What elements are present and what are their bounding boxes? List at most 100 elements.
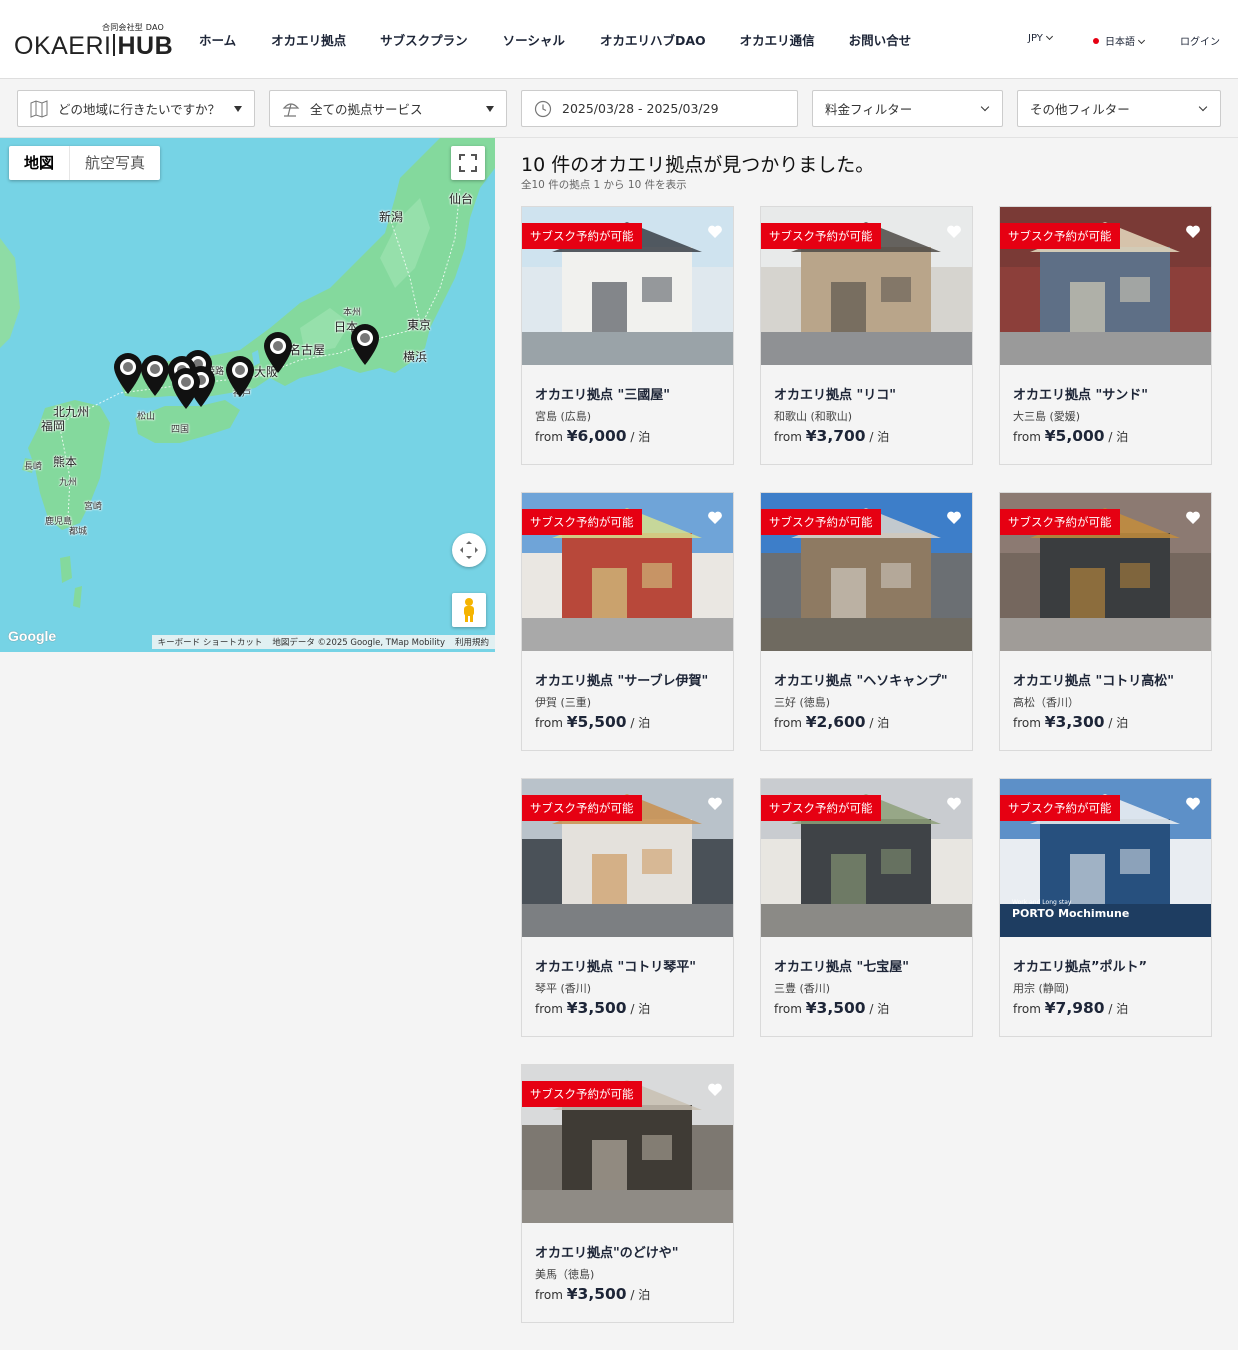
- site-header: 合同会社型 DAO OKAERI HUB ホーム オカエリ拠点 サブスクプラン ソ…: [0, 0, 1238, 79]
- price-unit: / 泊: [1108, 1002, 1129, 1016]
- street-view-pegman[interactable]: [452, 593, 486, 627]
- chevron-down-icon: [1137, 36, 1146, 45]
- property-card[interactable]: サブスク予約が可能 オカエリ拠点"のどけや" 美馬（徳島) from ¥3,50…: [521, 1064, 734, 1323]
- price-from: from: [774, 716, 802, 730]
- heart-icon[interactable]: [1185, 796, 1201, 811]
- property-name[interactable]: オカエリ拠点 "コトリ琴平": [535, 956, 696, 975]
- price-from: from: [1013, 430, 1041, 444]
- nav-news[interactable]: オカエリ通信: [740, 30, 815, 49]
- property-location: 和歌山 (和歌山): [774, 410, 853, 423]
- property-card[interactable]: サブスク予約が可能 オカエリ拠点 "七宝屋" 三豊 (香川) from ¥3,5…: [760, 778, 973, 1037]
- heart-icon[interactable]: [1185, 224, 1201, 239]
- heart-icon[interactable]: [707, 510, 723, 525]
- property-name[interactable]: オカエリ拠点 "ヘソキャンプ": [774, 670, 948, 689]
- property-price: from ¥3,300 / 泊: [1013, 713, 1128, 731]
- nav-subscription[interactable]: サブスクプラン: [380, 30, 468, 49]
- location-pin-icon[interactable]: [263, 332, 293, 374]
- city-label: 長崎: [24, 462, 43, 472]
- property-card[interactable]: サブスク予約が可能 オカエリ拠点 "ヘソキャンプ" 三好 (徳島) from ¥…: [760, 492, 973, 751]
- location-pin-icon[interactable]: [171, 368, 201, 410]
- heart-icon[interactable]: [1185, 510, 1201, 525]
- fullscreen-button[interactable]: [451, 146, 485, 180]
- property-price: from ¥3,500 / 泊: [535, 999, 650, 1017]
- currency-select[interactable]: JPY: [1028, 32, 1053, 44]
- pegman-icon: [464, 598, 474, 622]
- subscription-badge: サブスク予約が可能: [761, 795, 881, 821]
- heart-icon[interactable]: [946, 796, 962, 811]
- language-select[interactable]: 日本語: [1093, 33, 1146, 48]
- svg-text:PORTO Mochimune: PORTO Mochimune: [1012, 907, 1129, 920]
- dropdown-arrow-icon: [234, 106, 242, 112]
- map-pan-control[interactable]: [452, 533, 486, 567]
- property-location: 琴平 (香川): [535, 982, 592, 995]
- property-card[interactable]: サブスク予約が可能 オカエリ拠点 "リコ" 和歌山 (和歌山) from ¥3,…: [760, 206, 973, 465]
- map-attribution: キーボード ショートカット 地図データ ©2025 Google, TMap M…: [151, 635, 495, 649]
- price-filter-label: 料金フィルター: [825, 102, 913, 117]
- price-unit: / 泊: [1108, 716, 1129, 730]
- price-unit: / 泊: [630, 1288, 651, 1302]
- price-from: from: [774, 430, 802, 444]
- subscription-badge: サブスク予約が可能: [1000, 223, 1120, 249]
- chevron-down-icon: [1045, 32, 1053, 41]
- service-select-label: 全ての拠点サービス: [310, 102, 423, 117]
- property-card[interactable]: サブスク予約が可能 オカエリ拠点 "サンド" 大三島 (愛媛) from ¥5,…: [999, 206, 1212, 465]
- heart-icon[interactable]: [707, 1082, 723, 1097]
- site-logo[interactable]: 合同会社型 DAO OKAERI HUB: [14, 22, 173, 60]
- property-location: 宮島 (広島): [535, 410, 592, 423]
- service-select[interactable]: 全ての拠点サービス: [269, 90, 507, 127]
- price-from: from: [535, 716, 563, 730]
- map-type-map[interactable]: 地図: [9, 146, 71, 180]
- heart-icon[interactable]: [707, 224, 723, 239]
- price-unit: / 泊: [869, 1002, 890, 1016]
- property-name[interactable]: オカエリ拠点"のどけや": [535, 1242, 679, 1261]
- map-view[interactable]: 地図 航空写真 仙台 新潟 本州 日本 東京 横浜 名古屋 大阪 神戸 姫路 北…: [0, 138, 495, 652]
- property-card[interactable]: サブスク予約が可能 オカエリ拠点 "三國屋" 宮島 (広島) from ¥6,0…: [521, 206, 734, 465]
- subscription-badge: サブスク予約が可能: [1000, 509, 1120, 535]
- date-range-input[interactable]: 2025/03/28 - 2025/03/29: [521, 90, 798, 127]
- property-name[interactable]: オカエリ拠点 "三國屋": [535, 384, 670, 403]
- dropdown-arrow-icon: [486, 106, 494, 112]
- filter-bar: どの地域に行きたいですか？ 全ての拠点サービス 2025/03/28 - 202…: [0, 80, 1238, 138]
- nav-contact[interactable]: お問い合せ: [849, 30, 912, 49]
- map-icon: [30, 99, 48, 118]
- property-name[interactable]: オカエリ拠点 "サーブレ伊賀": [535, 670, 708, 689]
- login-link[interactable]: ログイン: [1180, 33, 1220, 48]
- heart-icon[interactable]: [707, 796, 723, 811]
- property-name[interactable]: オカエリ拠点”ポルト”: [1013, 956, 1147, 975]
- city-label: 宮崎: [84, 502, 103, 512]
- subscription-badge: サブスク予約が可能: [522, 223, 642, 249]
- location-pin-icon[interactable]: [350, 324, 380, 366]
- property-name[interactable]: オカエリ拠点 "七宝屋": [774, 956, 909, 975]
- keyboard-shortcuts-link[interactable]: キーボード ショートカット: [158, 636, 263, 649]
- heart-icon[interactable]: [946, 224, 962, 239]
- city-label: 福岡: [41, 419, 66, 433]
- price-unit: / 泊: [630, 430, 651, 444]
- beach-umbrella-icon: [282, 102, 300, 117]
- location-pin-icon[interactable]: [140, 355, 170, 397]
- price-from: from: [535, 1288, 563, 1302]
- heart-icon[interactable]: [946, 510, 962, 525]
- price-from: from: [535, 1002, 563, 1016]
- property-name[interactable]: オカエリ拠点 "リコ": [774, 384, 896, 403]
- price-from: from: [535, 430, 563, 444]
- property-card[interactable]: サブスク予約が可能 オカエリ拠点 "サーブレ伊賀" 伊賀 (三重) from ¥…: [521, 492, 734, 751]
- property-name[interactable]: オカエリ拠点 "コトリ高松": [1013, 670, 1174, 689]
- property-card[interactable]: Work and Long stay PORTO Mochimune サブスク予…: [999, 778, 1212, 1037]
- google-logo: Google: [8, 628, 57, 644]
- location-pin-icon[interactable]: [225, 356, 255, 398]
- nav-social[interactable]: ソーシャル: [503, 30, 565, 49]
- nav-dao[interactable]: オカエリハブDAO: [600, 30, 706, 49]
- nav-home[interactable]: ホーム: [199, 30, 236, 49]
- property-name[interactable]: オカエリ拠点 "サンド": [1013, 384, 1148, 403]
- other-filter-select[interactable]: その他フィルター: [1017, 90, 1221, 127]
- property-location: 美馬（徳島): [535, 1268, 595, 1281]
- nav-bases[interactable]: オカエリ拠点: [271, 30, 346, 49]
- location-pin-icon[interactable]: [113, 353, 143, 395]
- property-card[interactable]: サブスク予約が可能 オカエリ拠点 "コトリ琴平" 琴平 (香川) from ¥3…: [521, 778, 734, 1037]
- terms-link[interactable]: 利用規約: [455, 636, 489, 649]
- price-filter-select[interactable]: 料金フィルター: [812, 90, 1003, 127]
- property-card[interactable]: サブスク予約が可能 オカエリ拠点 "コトリ高松" 高松（香川） from ¥3,…: [999, 492, 1212, 751]
- region-select[interactable]: どの地域に行きたいですか？: [17, 90, 255, 127]
- map-type-satellite[interactable]: 航空写真: [70, 146, 160, 180]
- property-location: 大三島 (愛媛): [1013, 410, 1081, 423]
